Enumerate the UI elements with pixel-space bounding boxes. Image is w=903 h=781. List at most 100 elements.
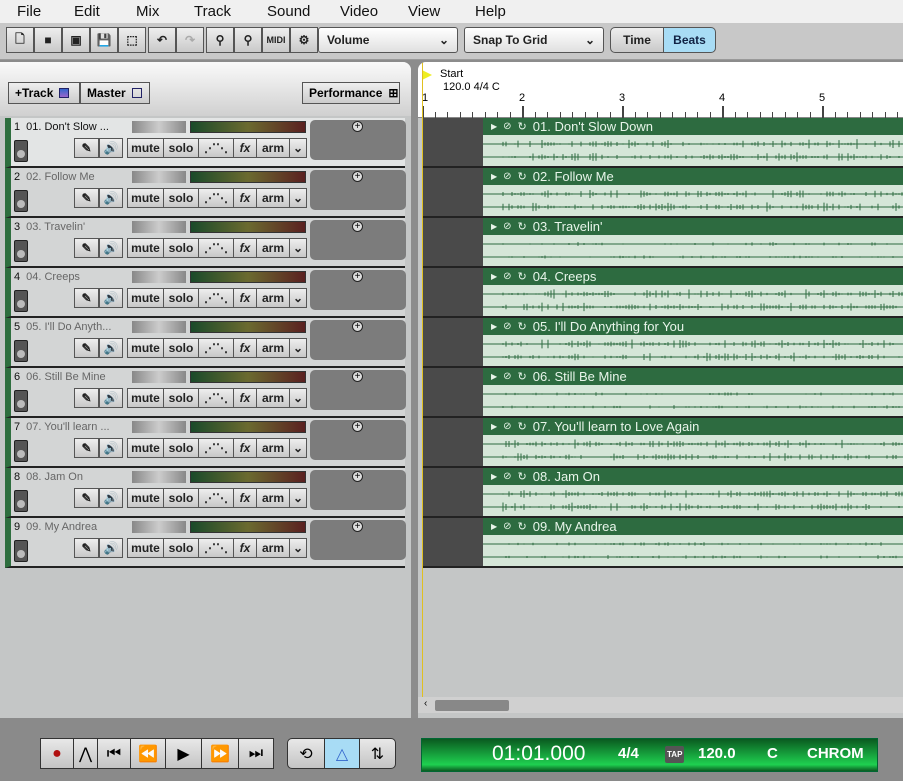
effects-slot[interactable]: + bbox=[310, 470, 406, 510]
track-lane[interactable]: ▶ ⊘ ↻ 06. Still Be Mine bbox=[422, 368, 903, 418]
effects-slot[interactable]: + bbox=[310, 370, 406, 410]
master-button[interactable]: Master bbox=[80, 82, 150, 104]
clip-menu-icon[interactable]: ▶ bbox=[491, 522, 497, 531]
timeline-ruler[interactable]: Start 120.0 4/4 C 12345 bbox=[418, 62, 903, 118]
select-button[interactable]: ⬚ bbox=[118, 27, 146, 53]
automation-button[interactable]: ⋰⋱ bbox=[198, 138, 234, 158]
clip-menu-icon[interactable]: ▶ bbox=[491, 222, 497, 231]
pan-slider[interactable] bbox=[132, 171, 186, 183]
clip-menu-icon[interactable]: ▶ bbox=[491, 272, 497, 281]
fx-button[interactable]: fx bbox=[233, 138, 257, 158]
mute-clip-icon[interactable]: ⊘ bbox=[503, 221, 511, 232]
track-header[interactable]: 1 01. Don't Slow ... ✎ 🔊 mute solo ⋰⋱ fx arm ⌄ + bbox=[5, 118, 406, 168]
edit-button[interactable]: ✎ bbox=[74, 138, 99, 158]
effects-slot[interactable]: + bbox=[310, 270, 406, 310]
monitor-button[interactable]: 🔊 bbox=[99, 488, 123, 508]
loop-clip-icon[interactable]: ↻ bbox=[518, 120, 527, 133]
metronome-button[interactable]: △ bbox=[324, 738, 360, 769]
track-header[interactable]: 6 06. Still Be Mine ✎ 🔊 mute solo ⋰⋱ fx arm ⌄ + bbox=[5, 368, 406, 418]
clip-header[interactable]: ▶ ⊘ ↻ 01. Don't Slow Down bbox=[483, 118, 903, 135]
track-menu-button[interactable]: ⌄ bbox=[289, 138, 307, 158]
pan-slider[interactable] bbox=[132, 121, 186, 133]
midi-button[interactable]: MIDI bbox=[262, 27, 290, 53]
solo-button[interactable]: solo bbox=[163, 188, 199, 208]
arm-button[interactable]: arm bbox=[256, 238, 290, 258]
solo-button[interactable]: solo bbox=[163, 488, 199, 508]
monitor-button[interactable]: 🔊 bbox=[99, 338, 123, 358]
pan-slider[interactable] bbox=[132, 421, 186, 433]
loop-clip-icon[interactable]: ↻ bbox=[518, 370, 527, 383]
add-effect-icon[interactable]: + bbox=[352, 221, 363, 232]
track-menu-button[interactable]: ⌄ bbox=[289, 188, 307, 208]
menu-view[interactable]: View bbox=[408, 1, 440, 20]
volume-slider[interactable] bbox=[190, 171, 306, 183]
open-folder-button[interactable]: ■ bbox=[34, 27, 62, 53]
loop-clip-icon[interactable]: ↻ bbox=[518, 220, 527, 233]
add-effect-icon[interactable]: + bbox=[352, 271, 363, 282]
clip-header[interactable]: ▶ ⊘ ↻ 09. My Andrea bbox=[483, 518, 903, 535]
tap-button[interactable]: TAP bbox=[665, 746, 685, 763]
clip-menu-icon[interactable]: ▶ bbox=[491, 172, 497, 181]
fx-button[interactable]: fx bbox=[233, 388, 257, 408]
tempo-field[interactable]: 120.0 bbox=[698, 745, 736, 762]
mute-clip-icon[interactable]: ⊘ bbox=[503, 471, 511, 482]
pan-slider[interactable] bbox=[132, 321, 186, 333]
track-menu-button[interactable]: ⌄ bbox=[289, 288, 307, 308]
mute-clip-icon[interactable]: ⊘ bbox=[503, 171, 511, 182]
record-button[interactable]: ● bbox=[40, 738, 74, 769]
pan-slider[interactable] bbox=[132, 271, 186, 283]
audio-clip[interactable]: ▶ ⊘ ↻ 02. Follow Me bbox=[483, 168, 903, 216]
playhead[interactable] bbox=[422, 62, 423, 697]
mute-clip-icon[interactable]: ⊘ bbox=[503, 271, 511, 282]
time-button[interactable]: Time bbox=[610, 27, 664, 53]
track-name[interactable]: 7 07. You'll learn ... bbox=[14, 421, 110, 433]
volume-slider[interactable] bbox=[190, 471, 306, 483]
track-header[interactable]: 7 07. You'll learn ... ✎ 🔊 mute solo ⋰⋱ fx arm ⌄ + bbox=[5, 418, 406, 468]
track-menu-button[interactable]: ⌄ bbox=[289, 538, 307, 558]
monitor-button[interactable]: 🔊 bbox=[99, 188, 123, 208]
add-effect-icon[interactable]: + bbox=[352, 521, 363, 532]
automation-button[interactable]: ⋰⋱ bbox=[198, 488, 234, 508]
scrollbar-thumb[interactable] bbox=[435, 700, 509, 711]
monitor-button[interactable]: 🔊 bbox=[99, 538, 123, 558]
track-name[interactable]: 1 01. Don't Slow ... bbox=[14, 121, 109, 133]
clip-header[interactable]: ▶ ⊘ ↻ 02. Follow Me bbox=[483, 168, 903, 185]
monitor-button[interactable]: 🔊 bbox=[99, 288, 123, 308]
automation-button[interactable]: ⋰⋱ bbox=[198, 538, 234, 558]
go-to-end-button[interactable]: ⏭ bbox=[238, 738, 274, 769]
mute-clip-icon[interactable]: ⊘ bbox=[503, 321, 511, 332]
open-project-button[interactable]: ▣ bbox=[62, 27, 90, 53]
mute-button[interactable]: mute bbox=[127, 388, 164, 408]
mute-button[interactable]: mute bbox=[127, 488, 164, 508]
mute-clip-icon[interactable]: ⊘ bbox=[503, 521, 511, 532]
loop-clip-icon[interactable]: ↻ bbox=[518, 320, 527, 333]
snap-select[interactable]: Snap To Grid ⌄ bbox=[464, 27, 604, 53]
track-menu-button[interactable]: ⌄ bbox=[289, 238, 307, 258]
menu-help[interactable]: Help bbox=[475, 1, 506, 20]
track-lane[interactable]: ▶ ⊘ ↻ 04. Creeps bbox=[422, 268, 903, 318]
zoom-out-button[interactable]: ⚲ bbox=[234, 27, 262, 53]
audio-clip[interactable]: ▶ ⊘ ↻ 01. Don't Slow Down bbox=[483, 118, 903, 166]
clip-header[interactable]: ▶ ⊘ ↻ 03. Travelin' bbox=[483, 218, 903, 235]
mute-button[interactable]: mute bbox=[127, 138, 164, 158]
track-header[interactable]: 9 09. My Andrea ✎ 🔊 mute solo ⋰⋱ fx arm ⌄ + bbox=[5, 518, 406, 568]
menu-mix[interactable]: Mix bbox=[136, 1, 159, 20]
mute-button[interactable]: mute bbox=[127, 188, 164, 208]
volume-slider[interactable] bbox=[190, 521, 306, 533]
fx-button[interactable]: fx bbox=[233, 538, 257, 558]
effects-slot[interactable]: + bbox=[310, 120, 406, 160]
mute-button[interactable]: mute bbox=[127, 238, 164, 258]
effects-slot[interactable]: + bbox=[310, 320, 406, 360]
loop-clip-icon[interactable]: ↻ bbox=[518, 420, 527, 433]
rewind-button[interactable]: ⏪ bbox=[130, 738, 166, 769]
pan-slider[interactable] bbox=[132, 471, 186, 483]
add-effect-icon[interactable]: + bbox=[352, 371, 363, 382]
track-menu-button[interactable]: ⌄ bbox=[289, 488, 307, 508]
undo-button[interactable]: ↶ bbox=[148, 27, 176, 53]
clip-menu-icon[interactable]: ▶ bbox=[491, 322, 497, 331]
edit-button[interactable]: ✎ bbox=[74, 488, 99, 508]
solo-button[interactable]: solo bbox=[163, 288, 199, 308]
track-menu-button[interactable]: ⌄ bbox=[289, 438, 307, 458]
track-name[interactable]: 4 04. Creeps bbox=[14, 271, 80, 283]
menu-track[interactable]: Track bbox=[194, 1, 231, 20]
